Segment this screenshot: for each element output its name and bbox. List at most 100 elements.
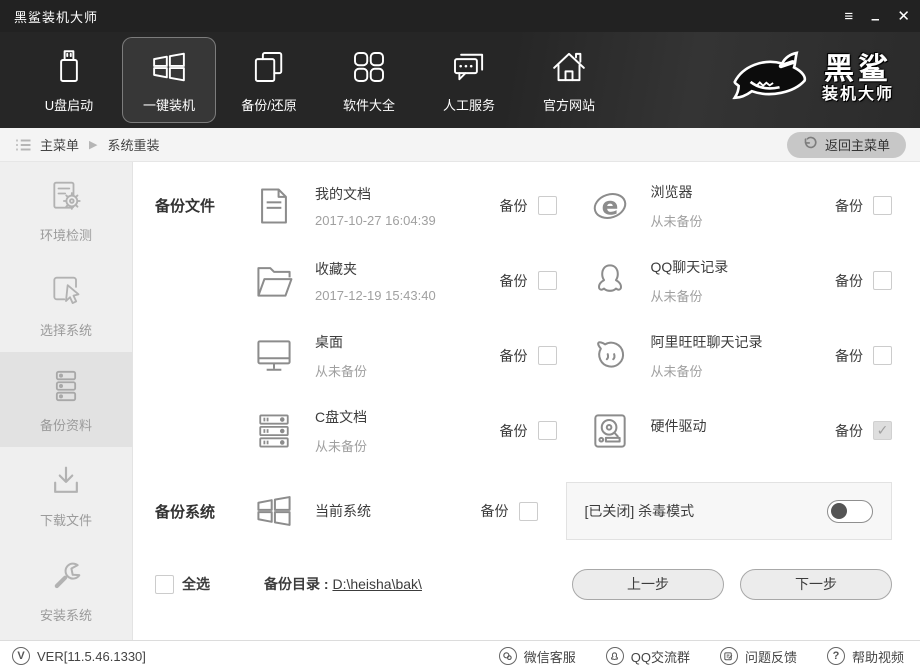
footer-link-label: 帮助视频 bbox=[851, 649, 904, 665]
driver-disk-icon bbox=[585, 409, 635, 453]
backup-row-1: 备份文件 我的文档 2017-10-27 16:04:39 备份 e 浏览器 从… bbox=[147, 168, 920, 243]
backup-row-2: 收藏夹 2017-12-19 15:43:40 备份 QQ聊天记录 从未备份 备… bbox=[147, 243, 920, 318]
item-name: 桌面 bbox=[315, 333, 343, 350]
qq-group-link[interactable]: QQ交流群 bbox=[605, 647, 690, 666]
wrench-icon bbox=[46, 556, 86, 599]
backup-checkbox[interactable] bbox=[518, 501, 538, 521]
sidebar-item-select-system[interactable]: 选择系统 bbox=[0, 257, 132, 352]
sidebar-item-env-check[interactable]: 环境检测 bbox=[0, 162, 132, 257]
status-footer: V VER[11.5.46.1330] 微信客服 QQ交流群 问题反馈 ? 帮助… bbox=[0, 640, 920, 671]
backup-panel: 备份文件 我的文档 2017-10-27 16:04:39 备份 e 浏览器 从… bbox=[133, 162, 920, 640]
antivirus-mode-box: [已关闭] 杀毒模式 bbox=[565, 482, 892, 540]
breadcrumb-bar: 主菜单 ▶ 系统重装 返回主菜单 bbox=[0, 128, 920, 162]
nav-customer-service[interactable]: 人工服务 bbox=[422, 37, 516, 123]
breadcrumb-current: 系统重装 bbox=[107, 138, 160, 153]
version-info: V VER[11.5.46.1330] bbox=[12, 647, 146, 665]
nav-software-center[interactable]: 软件大全 bbox=[322, 37, 416, 123]
select-all-checkbox[interactable] bbox=[155, 574, 174, 594]
breadcrumb-root[interactable]: 主菜单 bbox=[40, 135, 79, 154]
backup-label: 备份 bbox=[499, 272, 528, 289]
usb-drive-icon bbox=[48, 46, 90, 88]
nav-label: U盘启动 bbox=[44, 98, 94, 113]
nav-backup-restore[interactable]: 备份/还原 bbox=[222, 37, 316, 123]
backup-directory-label: 备份目录 : bbox=[264, 576, 333, 592]
window-controls: ≡ – ✕ bbox=[844, 9, 910, 27]
backup-label: 备份 bbox=[835, 347, 863, 364]
item-subtitle: 从未备份 bbox=[315, 363, 368, 379]
nav-label: 官方网站 bbox=[542, 98, 595, 113]
next-step-button[interactable]: 下一步 bbox=[740, 568, 892, 600]
item-name: 硬件驱动 bbox=[650, 418, 707, 434]
item-name: 收藏夹 bbox=[315, 260, 357, 277]
footer-link-label: QQ交流群 bbox=[630, 649, 690, 665]
help-video-link[interactable]: ? 帮助视频 bbox=[826, 647, 904, 666]
backup-checkbox-checked[interactable] bbox=[873, 421, 892, 440]
backup-checkbox[interactable] bbox=[537, 271, 557, 290]
item-name: 阿里旺旺聊天记录 bbox=[650, 333, 763, 350]
section-label-backup-system: 备份系统 bbox=[155, 503, 216, 521]
item-name: QQ聊天记录 bbox=[650, 258, 729, 275]
wechat-service-link[interactable]: 微信客服 bbox=[498, 647, 576, 666]
list-icon bbox=[14, 136, 32, 154]
sidebar-item-label: 安装系统 bbox=[39, 607, 92, 623]
backup-directory-link[interactable]: D:\heisha\bak\ bbox=[332, 576, 422, 592]
item-subtitle: 从未备份 bbox=[315, 438, 368, 454]
sidebar-item-label: 选择系统 bbox=[39, 322, 92, 338]
browser-icon: e bbox=[585, 184, 635, 228]
backup-row-4: C盘文档 从未备份 备份 硬件驱动 备份 bbox=[147, 393, 920, 468]
close-icon[interactable]: ✕ bbox=[897, 9, 910, 24]
backup-item-my-documents: 我的文档 2017-10-27 16:04:39 备份 bbox=[249, 184, 585, 228]
backup-checkbox[interactable] bbox=[873, 346, 892, 365]
select-all-label: 全选 bbox=[182, 576, 210, 592]
drive-stack-icon bbox=[249, 409, 299, 453]
nav-label: 备份/还原 bbox=[241, 98, 297, 113]
main-nav: U盘启动 一键装机 备份/还原 软件大全 人工服务 官方网站 黑鲨 装机大师 bbox=[0, 32, 920, 128]
sidebar-item-backup-data[interactable]: 备份资料 bbox=[0, 352, 132, 447]
backup-checkbox[interactable] bbox=[873, 271, 892, 290]
nav-one-key-install[interactable]: 一键装机 bbox=[122, 37, 216, 123]
previous-step-button[interactable]: 上一步 bbox=[572, 568, 724, 600]
brand-subname: 装机大师 bbox=[821, 85, 894, 103]
wangwang-bubble-icon bbox=[585, 334, 635, 378]
sidebar-item-install-system[interactable]: 安装系统 bbox=[0, 542, 132, 637]
sidebar-item-download-files[interactable]: 下载文件 bbox=[0, 447, 132, 542]
nav-label: 人工服务 bbox=[442, 98, 495, 113]
sidebar-item-label: 环境检测 bbox=[39, 227, 92, 243]
feedback-link[interactable]: 问题反馈 bbox=[719, 647, 797, 666]
backup-item-c-drive-docs: C盘文档 从未备份 备份 bbox=[249, 407, 585, 455]
backup-checkbox[interactable] bbox=[537, 346, 557, 365]
backup-checkbox[interactable] bbox=[537, 421, 557, 440]
nav-label: 一键装机 bbox=[142, 98, 195, 113]
minimize-icon[interactable]: – bbox=[871, 12, 879, 27]
server-stack-icon bbox=[46, 366, 86, 409]
return-main-menu-button[interactable]: 返回主菜单 bbox=[786, 131, 906, 158]
nav-official-site[interactable]: 官方网站 bbox=[522, 37, 616, 123]
backup-item-current-system: 当前系统 备份 bbox=[249, 489, 566, 533]
brand-name: 黑鲨 bbox=[823, 52, 892, 86]
backup-label: 备份 bbox=[835, 197, 863, 214]
wechat-icon bbox=[498, 647, 517, 665]
backup-item-browser: e 浏览器 从未备份 备份 bbox=[585, 182, 920, 230]
backup-item-wangwang-chat: 阿里旺旺聊天记录 从未备份 备份 bbox=[585, 332, 920, 380]
menu-icon[interactable]: ≡ bbox=[844, 9, 853, 24]
backup-checkbox[interactable] bbox=[873, 196, 892, 215]
footer-link-label: 微信客服 bbox=[523, 649, 576, 665]
step-sidebar: 环境检测 选择系统 备份资料 下载文件 安装系统 bbox=[0, 162, 133, 640]
copy-icon bbox=[248, 46, 290, 88]
qq-icon bbox=[605, 647, 624, 665]
env-check-icon bbox=[46, 176, 86, 219]
backup-label: 备份 bbox=[499, 347, 528, 364]
brand-logo: 黑鲨 装机大师 bbox=[726, 49, 902, 112]
shark-logo-icon bbox=[726, 49, 812, 112]
item-subtitle: 从未备份 bbox=[650, 213, 703, 229]
qq-penguin-icon bbox=[585, 259, 635, 303]
antivirus-toggle[interactable] bbox=[827, 499, 873, 523]
version-text: VER[11.5.46.1330] bbox=[37, 648, 146, 664]
backup-checkbox[interactable] bbox=[537, 196, 557, 215]
nav-usb-boot[interactable]: U盘启动 bbox=[22, 37, 116, 123]
backup-label: 备份 bbox=[835, 422, 863, 439]
cursor-select-icon bbox=[46, 271, 86, 314]
item-subtitle: 从未备份 bbox=[650, 363, 703, 379]
backup-item-desktop: 桌面 从未备份 备份 bbox=[249, 332, 585, 380]
footer-links: 微信客服 QQ交流群 问题反馈 ? 帮助视频 bbox=[498, 647, 904, 666]
